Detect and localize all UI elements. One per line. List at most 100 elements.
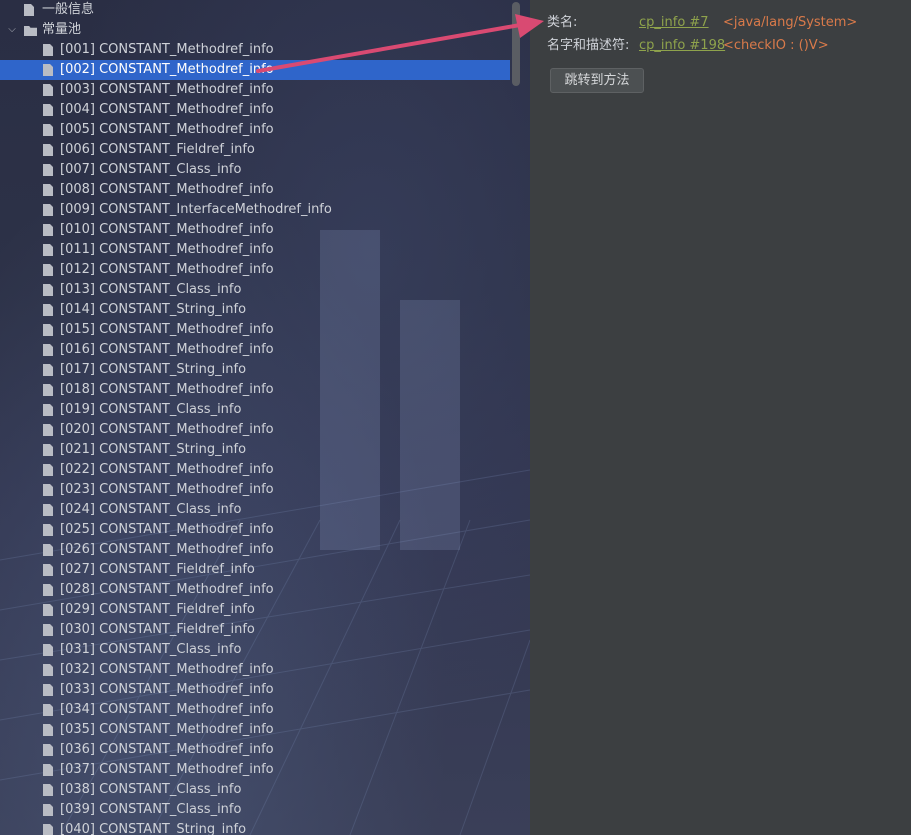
file-icon [43, 824, 53, 835]
tree-scrollbar[interactable] [512, 2, 520, 86]
constant-pool-item[interactable]: [030] CONSTANT_Fieldref_info [0, 620, 510, 640]
file-icon [43, 444, 53, 456]
constant-pool-item[interactable]: [002] CONSTANT_Methodref_info [0, 60, 510, 80]
file-icon [43, 564, 53, 576]
file-icon [43, 504, 53, 516]
tree-item-label: [001] CONSTANT_Methodref_info [60, 42, 274, 57]
detail-panel: 类名: cp_info #7 <java/lang/System> 名字和描述符… [530, 0, 911, 835]
file-icon [43, 664, 53, 676]
constant-pool-item[interactable]: [012] CONSTANT_Methodref_info [0, 260, 510, 280]
constant-pool-item[interactable]: [024] CONSTANT_Class_info [0, 500, 510, 520]
tree-item-general-info[interactable]: 一般信息 [0, 0, 510, 20]
tree-item-label: 常量池 [42, 22, 82, 37]
file-icon [43, 724, 53, 736]
constant-pool-item[interactable]: [036] CONSTANT_Methodref_info [0, 740, 510, 760]
constant-pool-item[interactable]: [020] CONSTANT_Methodref_info [0, 420, 510, 440]
file-icon [43, 44, 53, 56]
tree-item-label: [040] CONSTANT_String_info [60, 822, 247, 835]
class-name-link[interactable]: cp_info #7 [639, 13, 709, 33]
file-icon [43, 604, 53, 616]
constant-pool-item[interactable]: [008] CONSTANT_Methodref_info [0, 180, 510, 200]
constant-pool-item[interactable]: [027] CONSTANT_Fieldref_info [0, 560, 510, 580]
constant-pool-item[interactable]: [006] CONSTANT_Fieldref_info [0, 140, 510, 160]
tree-item-label: [038] CONSTANT_Class_info [60, 782, 242, 797]
tree-item-label: [033] CONSTANT_Methodref_info [60, 682, 274, 697]
tree-item-label: [019] CONSTANT_Class_info [60, 402, 242, 417]
constant-pool-item[interactable]: [028] CONSTANT_Methodref_info [0, 580, 510, 600]
chevron-down-icon[interactable]: ⌵ [7, 20, 17, 40]
constant-pool-item[interactable]: [035] CONSTANT_Methodref_info [0, 720, 510, 740]
file-icon [24, 4, 34, 16]
constant-pool-item[interactable]: [013] CONSTANT_Class_info [0, 280, 510, 300]
file-icon [43, 64, 53, 76]
tree-item-label: [011] CONSTANT_Methodref_info [60, 242, 274, 257]
tree-item-label: [007] CONSTANT_Class_info [60, 162, 242, 177]
file-icon [43, 204, 53, 216]
constant-pool-item[interactable]: [037] CONSTANT_Methodref_info [0, 760, 510, 780]
constant-pool-item[interactable]: [011] CONSTANT_Methodref_info [0, 240, 510, 260]
constant-pool-item[interactable]: [025] CONSTANT_Methodref_info [0, 520, 510, 540]
file-icon [43, 684, 53, 696]
tree-item-label: [022] CONSTANT_Methodref_info [60, 462, 274, 477]
constant-pool-item[interactable]: [007] CONSTANT_Class_info [0, 160, 510, 180]
file-icon [43, 484, 53, 496]
constant-pool-item[interactable]: [015] CONSTANT_Methodref_info [0, 320, 510, 340]
constant-pool-item[interactable]: [021] CONSTANT_String_info [0, 440, 510, 460]
constant-pool-item[interactable]: [005] CONSTANT_Methodref_info [0, 120, 510, 140]
constant-pool-item[interactable]: [004] CONSTANT_Methodref_info [0, 100, 510, 120]
constant-pool-item[interactable]: [032] CONSTANT_Methodref_info [0, 660, 510, 680]
tree-item-label: [006] CONSTANT_Fieldref_info [60, 142, 255, 157]
file-icon [43, 184, 53, 196]
file-icon [43, 164, 53, 176]
tree-item-label: [028] CONSTANT_Methodref_info [60, 582, 274, 597]
constant-pool-item[interactable]: [039] CONSTANT_Class_info [0, 800, 510, 820]
constant-pool-item[interactable]: [009] CONSTANT_InterfaceMethodref_info [0, 200, 510, 220]
constant-pool-item[interactable]: [038] CONSTANT_Class_info [0, 780, 510, 800]
file-icon [43, 744, 53, 756]
file-icon [43, 424, 53, 436]
tree-item-label: [012] CONSTANT_Methodref_info [60, 262, 274, 277]
file-icon [43, 384, 53, 396]
tree-item-constant-pool[interactable]: ⌵ 常量池 [0, 20, 510, 40]
file-icon [43, 364, 53, 376]
constant-pool-item[interactable]: [022] CONSTANT_Methodref_info [0, 460, 510, 480]
tree-item-label: [039] CONSTANT_Class_info [60, 802, 242, 817]
file-icon [43, 244, 53, 256]
constant-pool-item[interactable]: [018] CONSTANT_Methodref_info [0, 380, 510, 400]
constant-pool-item[interactable]: [026] CONSTANT_Methodref_info [0, 540, 510, 560]
constant-pool-item[interactable]: [003] CONSTANT_Methodref_info [0, 80, 510, 100]
constant-pool-item[interactable]: [010] CONSTANT_Methodref_info [0, 220, 510, 240]
jump-to-method-button[interactable]: 跳转到方法 [550, 68, 644, 93]
constant-pool-item[interactable]: [016] CONSTANT_Methodref_info [0, 340, 510, 360]
tree-item-label: [010] CONSTANT_Methodref_info [60, 222, 274, 237]
tree-item-label: [020] CONSTANT_Methodref_info [60, 422, 274, 437]
constant-pool-item[interactable]: [023] CONSTANT_Methodref_info [0, 480, 510, 500]
constant-pool-item[interactable]: [033] CONSTANT_Methodref_info [0, 680, 510, 700]
constant-pool-item[interactable]: [001] CONSTANT_Methodref_info [0, 40, 510, 60]
class-name-label: 类名: [547, 15, 578, 30]
constant-pool-item[interactable]: [031] CONSTANT_Class_info [0, 640, 510, 660]
tree-item-label: [009] CONSTANT_InterfaceMethodref_info [60, 202, 332, 217]
tree-item-label: [027] CONSTANT_Fieldref_info [60, 562, 255, 577]
tree-item-label: [037] CONSTANT_Methodref_info [60, 762, 274, 777]
name-and-type-link[interactable]: cp_info #198 [639, 36, 725, 56]
tree-item-label: [034] CONSTANT_Methodref_info [60, 702, 274, 717]
constant-pool-item[interactable]: [029] CONSTANT_Fieldref_info [0, 600, 510, 620]
tree-item-label: [002] CONSTANT_Methodref_info [60, 62, 274, 77]
constant-pool-item[interactable]: [019] CONSTANT_Class_info [0, 400, 510, 420]
file-icon [43, 544, 53, 556]
constant-pool-item[interactable]: [014] CONSTANT_String_info [0, 300, 510, 320]
tree-item-label: [036] CONSTANT_Methodref_info [60, 742, 274, 757]
file-icon [43, 124, 53, 136]
class-name-value: <java/lang/System> [723, 15, 858, 30]
tree-item-label: [013] CONSTANT_Class_info [60, 282, 242, 297]
file-icon [43, 524, 53, 536]
tree-item-label: [023] CONSTANT_Methodref_info [60, 482, 274, 497]
constant-pool-item[interactable]: [017] CONSTANT_String_info [0, 360, 510, 380]
file-icon [43, 324, 53, 336]
tree-item-label: [015] CONSTANT_Methodref_info [60, 322, 274, 337]
name-and-type-value: <checkIO : ()V> [723, 38, 829, 53]
constant-pool-item[interactable]: [034] CONSTANT_Methodref_info [0, 700, 510, 720]
tree-item-label: [026] CONSTANT_Methodref_info [60, 542, 274, 557]
constant-pool-item[interactable]: [040] CONSTANT_String_info [0, 820, 510, 835]
